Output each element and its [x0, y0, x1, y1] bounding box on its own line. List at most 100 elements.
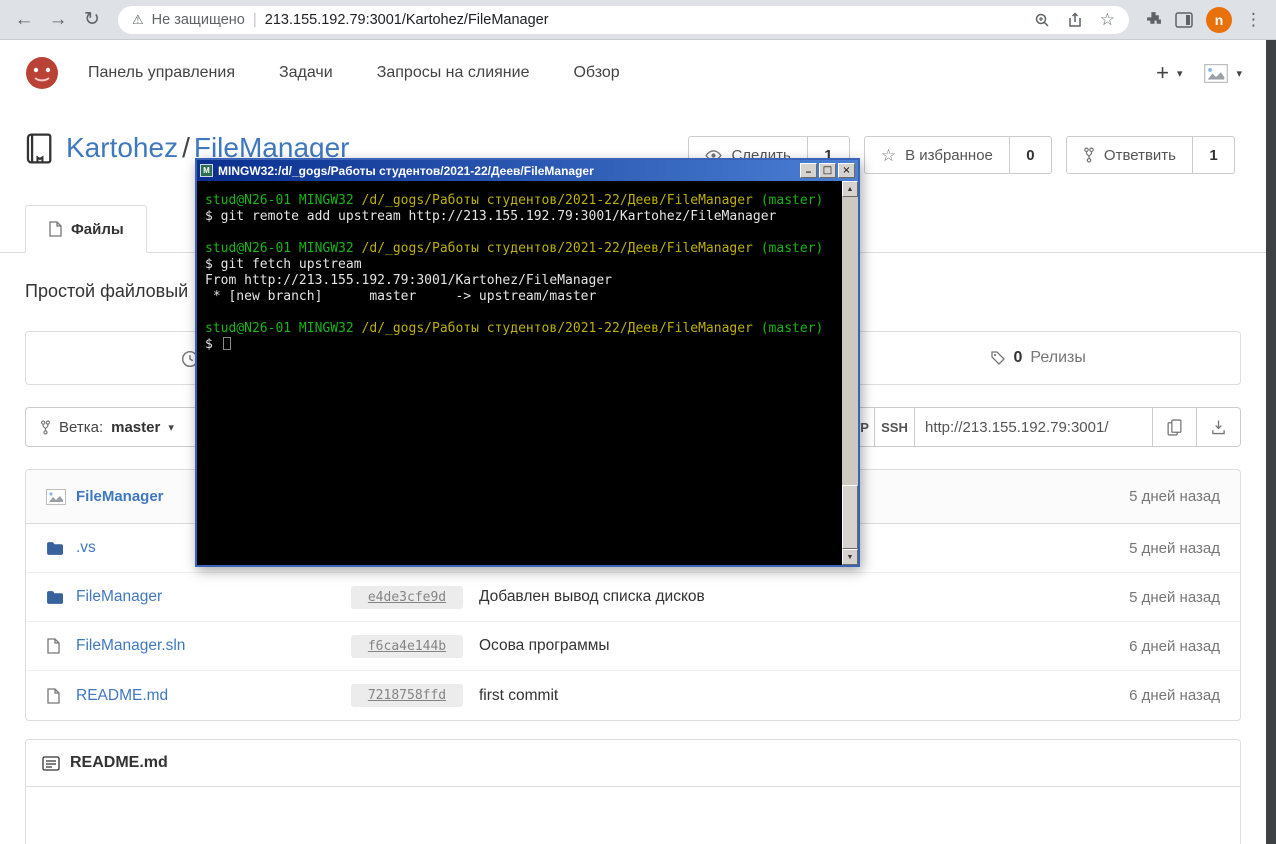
navbar-right: + ▾ ▾ [1156, 60, 1242, 86]
create-new-icon[interactable]: + [1156, 60, 1169, 86]
readme-panel: README.md [25, 739, 1241, 844]
clone-url-group: HTTP SSH [829, 407, 1241, 447]
not-secure-label[interactable]: Не защищено [152, 12, 245, 28]
nav-item-pull-requests[interactable]: Запросы на слияние [377, 64, 530, 82]
fork-button[interactable]: Ответвить [1065, 136, 1193, 174]
file-name-link[interactable]: FileManager.sln [76, 637, 351, 655]
commit-message: Осова программы [479, 637, 610, 654]
scroll-up-icon[interactable]: ▲ [842, 181, 858, 197]
terminal-command-line: $ git remote add upstream http://213.155… [205, 209, 777, 224]
repo-separator: / [182, 132, 190, 163]
commit-message: Добавлен вывод списка дисков [479, 588, 705, 605]
file-age: 6 дней назад [1129, 637, 1220, 655]
file-row-filemanager-sln[interactable]: FileManager.sln f6ca4e144b Осова програм… [26, 622, 1240, 671]
browser-menu-icon[interactable]: ⋮ [1245, 10, 1262, 30]
releases-label: Релизы [1030, 349, 1086, 366]
create-new-caret-icon[interactable]: ▾ [1177, 67, 1183, 80]
file-name-link[interactable]: README.md [76, 687, 351, 705]
extension-puzzle-icon[interactable] [1145, 11, 1162, 28]
latest-commit-author-link[interactable]: FileManager [76, 488, 164, 505]
zoom-icon[interactable] [1034, 12, 1050, 28]
browser-chrome: ← → ↻ ⚠ Не защищено | 213.155.192.79:300… [0, 0, 1276, 40]
file-name-link[interactable]: FileManager [76, 588, 351, 606]
file-age: 5 дней назад [1129, 588, 1220, 606]
tag-icon [990, 351, 1005, 365]
terminal-scrollbar[interactable]: ▲ ▼ [842, 181, 858, 565]
star-icon: ☆ [880, 145, 897, 165]
share-icon[interactable] [1067, 11, 1083, 28]
branch-icon [40, 419, 51, 435]
copy-url-button[interactable] [1153, 407, 1197, 447]
fork-icon [1084, 147, 1094, 163]
file-row-filemanager[interactable]: FileManager e4de3cfe9d Добавлен вывод сп… [26, 573, 1240, 622]
folder-icon [47, 541, 63, 555]
star-group: ☆ В избранное 0 [863, 136, 1052, 174]
terminal-command-line: $ git fetch upstream [205, 257, 362, 272]
maximize-button[interactable]: □ [819, 163, 836, 178]
commit-hash-link[interactable]: e4de3cfe9d [351, 585, 463, 609]
terminal-cursor-line: $ [205, 337, 836, 353]
side-panel-icon[interactable] [1175, 11, 1193, 28]
stat-releases[interactable]: 0 Релизы [835, 332, 1240, 384]
terminal-output-line: From http://213.155.192.79:3001/Kartohez… [205, 273, 612, 288]
copy-icon [1167, 418, 1182, 436]
file-row-readme[interactable]: README.md 7218758ffd first commit 6 дней… [26, 671, 1240, 720]
minimize-button[interactable]: _ [800, 162, 817, 178]
url-text[interactable]: 213.155.192.79:3001/Kartohez/FileManager [265, 12, 549, 28]
page-scrollbar[interactable] [1266, 40, 1276, 844]
forward-icon[interactable]: → [42, 4, 74, 36]
file-age: 5 дней назад [1129, 539, 1220, 557]
user-avatar-broken-image-icon[interactable] [1204, 63, 1229, 83]
terminal-output-line: * [new branch] master -> upstream/master [205, 289, 597, 304]
file-age: 6 дней назад [1129, 687, 1220, 704]
browser-toolbar-right: n ⋮ [1139, 6, 1268, 33]
fork-group: Ответвить 1 [1065, 136, 1235, 174]
browser-profile-avatar[interactable]: n [1206, 6, 1232, 33]
tab-files-label: Файлы [71, 220, 124, 238]
terminal-titlebar[interactable]: M MINGW32:/d/_gogs/Работы студентов/2021… [197, 160, 858, 181]
latest-commit-age: 5 дней назад [1129, 488, 1220, 505]
file-icon [49, 221, 62, 237]
clone-url-input[interactable] [915, 407, 1153, 447]
readme-content [26, 787, 1240, 844]
branch-caret-icon: ▾ [168, 421, 174, 434]
nav-item-explore[interactable]: Обзор [573, 64, 619, 82]
star-label: В избранное [905, 146, 993, 164]
download-button[interactable] [1197, 407, 1241, 447]
not-secure-warning-icon: ⚠ [132, 11, 144, 27]
scrollbar-thumb[interactable] [842, 485, 858, 549]
nav-item-dashboard[interactable]: Панель управления [88, 64, 235, 82]
commit-hash-link[interactable]: 7218758ffd [351, 684, 463, 707]
bookmark-star-icon[interactable]: ☆ [1100, 11, 1115, 28]
branch-selector[interactable]: Ветка: master ▾ [25, 407, 205, 447]
ssh-protocol-button[interactable]: SSH [875, 407, 915, 447]
back-icon[interactable]: ← [8, 4, 40, 36]
branch-name: master [111, 418, 161, 436]
user-menu-caret-icon[interactable]: ▾ [1236, 67, 1242, 80]
terminal-prompt-line: stud@N26-01 MINGW32 /d/_gogs/Работы студ… [205, 241, 824, 256]
repo-book-icon [26, 133, 52, 163]
terminal-prompt-line: stud@N26-01 MINGW32 /d/_gogs/Работы студ… [205, 321, 824, 336]
scroll-down-icon[interactable]: ▼ [842, 549, 858, 565]
star-button[interactable]: ☆ В избранное [863, 136, 1010, 174]
scrollbar-track[interactable] [842, 197, 858, 549]
download-icon [1212, 420, 1225, 435]
address-divider: | [252, 11, 257, 28]
terminal-window[interactable]: M MINGW32:/d/_gogs/Работы студентов/2021… [195, 158, 860, 567]
gogs-logo[interactable] [24, 55, 60, 91]
tab-files[interactable]: Файлы [25, 205, 147, 253]
commit-hash-link[interactable]: f6ca4e144b [351, 634, 463, 658]
reload-icon[interactable]: ↻ [76, 4, 108, 36]
fork-count[interactable]: 1 [1193, 136, 1235, 174]
terminal-title: MINGW32:/d/_gogs/Работы студентов/2021-2… [218, 163, 594, 178]
terminal-body: stud@N26-01 MINGW32 /d/_gogs/Работы студ… [197, 181, 858, 565]
address-bar[interactable]: ⚠ Не защищено | 213.155.192.79:3001/Kart… [118, 5, 1129, 34]
nav-item-issues[interactable]: Задачи [279, 64, 333, 82]
commit-avatar-broken-image-icon [46, 488, 66, 505]
repo-owner-link[interactable]: Kartohez [66, 132, 178, 163]
terminal-app-icon: M [200, 164, 213, 177]
star-count[interactable]: 0 [1009, 136, 1052, 174]
close-button[interactable]: × [838, 163, 855, 178]
